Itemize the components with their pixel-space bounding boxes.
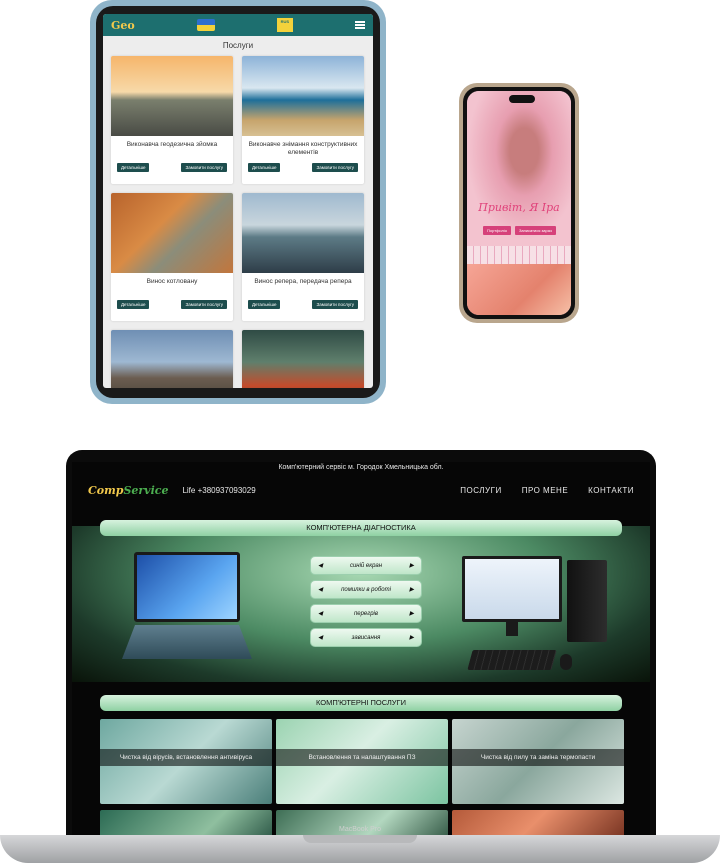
laptop-device: Комп'ютерний сервіс м. Городок Хмельниць… bbox=[66, 450, 656, 840]
service-image bbox=[242, 56, 364, 136]
tablet-logo[interactable]: Geo bbox=[111, 19, 135, 32]
logo-accent-text: Service bbox=[123, 483, 169, 497]
order-button[interactable]: Замовити послугу bbox=[181, 300, 227, 309]
portfolio-button[interactable]: Портфоліо bbox=[483, 226, 511, 235]
site-logo[interactable]: CompService bbox=[88, 484, 168, 497]
details-button[interactable]: Детальніше bbox=[248, 163, 281, 172]
service-card: Винос репера, передача репера Детальніше… bbox=[242, 193, 364, 321]
laptop-keyboard-base bbox=[122, 625, 252, 659]
diagnostics-section: КОМП'ЮТЕРНА ДІАГНОСТИКА ◀ синій екран ▶ ◀ п… bbox=[72, 520, 650, 682]
arrow-left-icon: ◀ bbox=[318, 611, 323, 617]
order-button[interactable]: Замовити послугу bbox=[312, 163, 358, 172]
service-title: Винос котловану bbox=[146, 278, 198, 285]
services-grid: Чистка від вірусів, встановлення антивір… bbox=[100, 719, 624, 840]
tablet-screen: Geo RUS Послуги Виконавча геодезична зйо… bbox=[103, 14, 373, 388]
nav-about[interactable]: ПРО МЕНЕ bbox=[522, 486, 568, 495]
phone-screen: Привіт, Я Іра Портфоліо Записатися зараз bbox=[467, 91, 571, 315]
laptop-product-image bbox=[122, 552, 252, 662]
phone-bezel: Привіт, Я Іра Портфоліо Записатися зараз bbox=[463, 87, 575, 319]
service-tile[interactable]: Чистка від пилу та заміна термопасти bbox=[452, 719, 624, 804]
service-card: Виконавче знімання конструктивних елемен… bbox=[242, 56, 364, 184]
arrow-left-icon: ◀ bbox=[318, 635, 323, 641]
service-title: Винос репера, передача репера bbox=[254, 278, 352, 285]
laptop-lip bbox=[303, 835, 417, 843]
service-image bbox=[242, 330, 364, 388]
diagnostic-item[interactable]: ◀ синій екран ▶ bbox=[310, 556, 422, 575]
phone-hero-title: Привіт, Я Іра bbox=[478, 201, 560, 214]
arrow-right-icon: ▶ bbox=[409, 635, 414, 641]
diagnostic-item[interactable]: ◀ зависання ▶ bbox=[310, 628, 422, 647]
ukraine-map-icon bbox=[196, 19, 215, 31]
hamburger-menu-icon[interactable] bbox=[354, 21, 365, 29]
service-tile[interactable]: Чистка від вірусів, встановлення антивір… bbox=[100, 719, 272, 804]
diagnostic-label: синій екран bbox=[349, 562, 383, 569]
diagnostics-heading: КОМП'ЮТЕРНА ДІАГНОСТИКА bbox=[100, 520, 622, 536]
service-image bbox=[242, 193, 364, 273]
site-navbar: CompService Life +380937093029 ПОСЛУГИ П… bbox=[72, 474, 650, 506]
service-tile-label: Встановлення та налаштування ПЗ bbox=[276, 749, 448, 766]
windows-screen bbox=[134, 552, 240, 622]
tablet-header: Geo RUS bbox=[103, 14, 373, 36]
book-now-button[interactable]: Записатися зараз bbox=[514, 226, 556, 235]
arrow-right-icon: ▶ bbox=[409, 563, 414, 569]
keyboard bbox=[467, 650, 557, 670]
monitor bbox=[462, 556, 562, 622]
diagnostic-label: перегрів bbox=[353, 610, 379, 617]
service-image bbox=[111, 330, 233, 388]
phone-device: Привіт, Я Іра Портфоліо Записатися зараз bbox=[459, 83, 579, 323]
details-button[interactable]: Детальніше bbox=[248, 300, 281, 309]
language-switch[interactable]: RUS bbox=[276, 18, 293, 32]
pc-tower bbox=[567, 560, 607, 642]
service-card bbox=[242, 330, 364, 388]
mouse-icon bbox=[560, 654, 572, 670]
desktop-pc-image bbox=[462, 556, 612, 686]
service-image bbox=[111, 56, 233, 136]
diagnostic-item[interactable]: ◀ перегрів ▶ bbox=[310, 604, 422, 623]
order-button[interactable]: Замовити послугу bbox=[312, 300, 358, 309]
arrow-left-icon: ◀ bbox=[318, 563, 323, 569]
tablet-page-title: Послуги bbox=[222, 41, 254, 50]
services-heading: КОМП'ЮТЕРНІ ПОСЛУГИ bbox=[100, 695, 622, 711]
hero-portrait-image bbox=[467, 91, 571, 241]
diagnostic-label: зависання bbox=[351, 634, 381, 641]
service-tile[interactable]: Встановлення та налаштування ПЗ bbox=[276, 719, 448, 804]
site-topbar: Комп'ютерний сервіс м. Городок Хмельниць… bbox=[278, 464, 444, 471]
service-title: Виконавче знімання конструктивних елемен… bbox=[248, 141, 358, 156]
decor-strip bbox=[467, 246, 571, 264]
logo-main-text: Comp bbox=[88, 483, 124, 497]
main-menu: ПОСЛУГИ ПРО МЕНЕ КОНТАКТИ bbox=[460, 486, 634, 495]
nav-services[interactable]: ПОСЛУГИ bbox=[460, 486, 501, 495]
service-card: Винос котловану Детальніше Замовити посл… bbox=[111, 193, 233, 321]
monitor-stand bbox=[506, 622, 518, 636]
service-image bbox=[111, 193, 233, 273]
diagnostic-item[interactable]: ◀ помилки в роботі ▶ bbox=[310, 580, 422, 599]
diagnostics-list: ◀ синій екран ▶ ◀ помилки в роботі ▶ ◀ перегр… bbox=[310, 556, 422, 647]
arrow-left-icon: ◀ bbox=[318, 587, 323, 593]
details-button[interactable]: Детальніше bbox=[117, 300, 150, 309]
order-button[interactable]: Замовити послугу bbox=[181, 163, 227, 172]
service-card: Виконавча геодезична зйомка Детальніше З… bbox=[111, 56, 233, 184]
tablet-services-grid: Виконавча геодезична зйомка Детальніше З… bbox=[103, 56, 373, 388]
arrow-right-icon: ▶ bbox=[409, 587, 414, 593]
laptop-model-label: MacBook Pro bbox=[338, 826, 382, 833]
phone-dynamic-island bbox=[509, 95, 535, 103]
laptop-screen: Комп'ютерний сервіс м. Городок Хмельниць… bbox=[72, 462, 650, 840]
tablet-device: Geo RUS Послуги Виконавча геодезична зйо… bbox=[90, 0, 386, 404]
details-button[interactable]: Детальніше bbox=[117, 163, 150, 172]
tablet-bezel: Geo RUS Послуги Виконавча геодезична зйо… bbox=[96, 6, 380, 398]
cosmetics-promo-image bbox=[467, 264, 571, 315]
service-tile-label: Чистка від вірусів, встановлення антивір… bbox=[100, 749, 272, 766]
nav-contacts[interactable]: КОНТАКТИ bbox=[588, 486, 634, 495]
service-title: Виконавча геодезична зйомка bbox=[126, 141, 218, 148]
service-card bbox=[111, 330, 233, 388]
phone-number-link[interactable]: Life +380937093029 bbox=[182, 486, 255, 495]
service-tile-label: Чистка від пилу та заміна термопасти bbox=[452, 749, 624, 766]
arrow-right-icon: ▶ bbox=[409, 611, 414, 617]
diagnostic-label: помилки в роботі bbox=[341, 586, 391, 593]
